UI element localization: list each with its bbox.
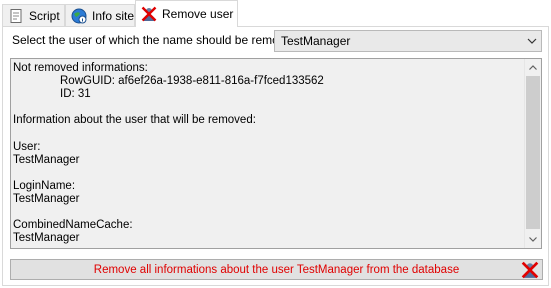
tab-script[interactable]: Script <box>2 4 65 27</box>
tab-strip: Script Info site Remove user <box>2 0 551 27</box>
tab-label: Remove user <box>162 7 234 21</box>
info-blank-line <box>13 206 324 219</box>
info-textbox[interactable]: Not removed informations: RowGUID: af6ef2… <box>10 58 542 249</box>
info-line: Information about the user that will be … <box>13 114 256 127</box>
info-line: TestManager <box>13 153 80 166</box>
scroll-thumb[interactable] <box>526 76 540 229</box>
tab-remove-user[interactable]: Remove user <box>135 0 238 27</box>
user-select-label: Select the user of which the name should… <box>12 33 299 47</box>
info-line: CombinedNameCache: <box>13 219 133 232</box>
info-line: TestManager <box>13 192 80 205</box>
info-line: LoginName: <box>13 179 76 192</box>
info-text: Not removed informations: RowGUID: af6ef2… <box>13 62 324 245</box>
remove-user-icon <box>521 261 539 279</box>
info-line: Not removed informations: <box>13 62 148 74</box>
tab-label: Info site <box>92 9 135 23</box>
info-blank-line <box>13 101 324 114</box>
tab-info-site[interactable]: Info site <box>65 4 135 27</box>
chevron-down-icon <box>529 237 537 242</box>
info-line: ID: 31 <box>60 88 91 101</box>
globe-info-icon <box>71 8 87 24</box>
info-line: RowGUID: af6ef26a-1938-e811-816a-f7fced1… <box>60 75 324 88</box>
user-dropdown[interactable]: TestManager <box>274 30 542 52</box>
tab-label: Script <box>29 9 60 23</box>
remove-user-button-label: Remove all informations about the user T… <box>93 263 460 276</box>
remove-user-icon <box>141 6 157 22</box>
remove-user-button[interactable]: Remove all informations about the user T… <box>10 259 543 280</box>
scroll-up-button[interactable] <box>525 59 541 76</box>
info-blank-line <box>13 167 324 180</box>
info-blank-line <box>13 127 324 140</box>
chevron-up-icon <box>529 65 537 70</box>
user-dropdown-value: TestManager <box>281 34 351 48</box>
info-line: User: <box>13 140 41 153</box>
scroll-down-button[interactable] <box>525 231 541 248</box>
chevron-down-icon <box>523 31 541 51</box>
script-icon <box>10 9 22 23</box>
info-line: TestManager <box>13 232 80 245</box>
vertical-scrollbar[interactable] <box>524 59 541 248</box>
